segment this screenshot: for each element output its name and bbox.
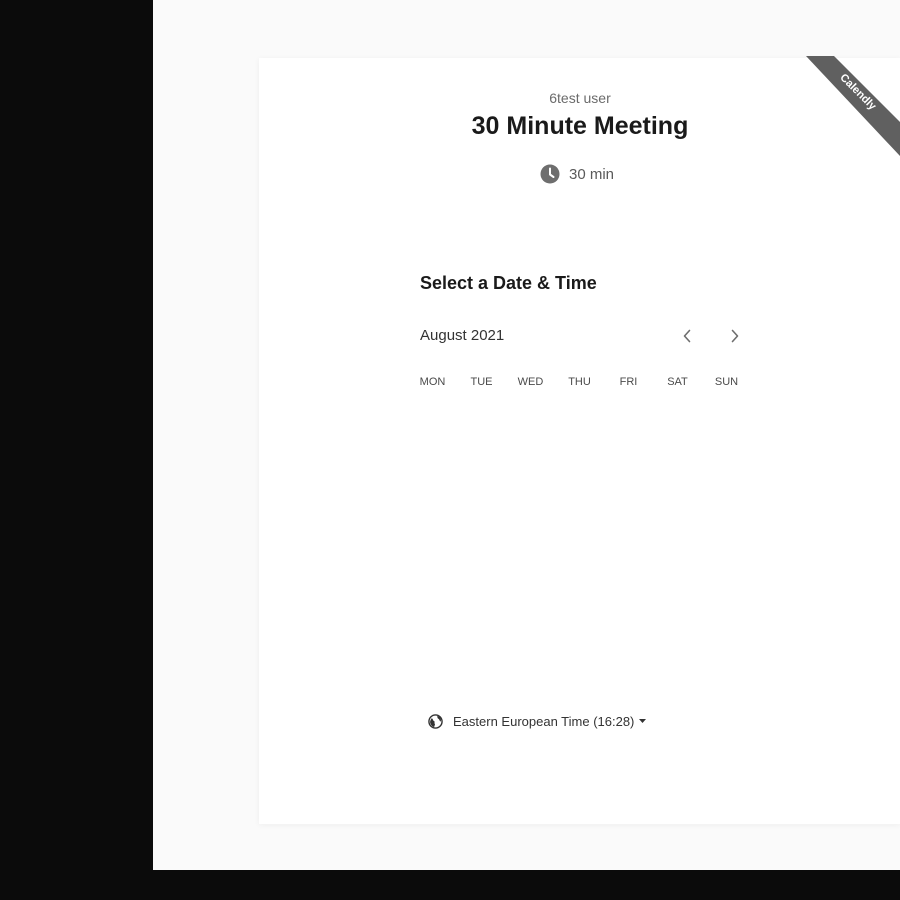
caret-down-icon [639,719,647,723]
next-month-button[interactable] [723,324,747,348]
clock-icon [540,164,560,184]
timezone-selector[interactable]: Eastern European Time (16:28) [428,714,647,729]
month-label: August 2021 [420,327,505,344]
weekday-sat: SAT [667,376,688,388]
weekday-mon: MON [419,376,446,388]
section-title: Select a Date & Time [420,273,597,293]
chevron-right-icon [731,329,739,343]
previous-month-button[interactable] [675,324,699,348]
powered-by-calendly-badge[interactable]: POWERED BY Calendly [806,56,900,156]
weekday-fri: FRI [619,376,638,388]
weekday-wed: WED [517,376,544,388]
event-duration: 30 min [540,164,614,184]
host-name: 6test user [549,90,611,106]
weekday-thu: THU [568,376,591,388]
weekday-header: MON TUE WED THU FRI SAT SUN [408,376,751,388]
weekday-sun: SUN [714,376,739,388]
timezone-label: Eastern European Time (16:28) [453,714,635,729]
weekday-tue: TUE [470,376,493,388]
chevron-left-icon [683,329,691,343]
globe-icon [428,714,443,729]
event-title: 30 Minute Meeting [471,112,689,140]
duration-label: 30 min [569,165,615,183]
